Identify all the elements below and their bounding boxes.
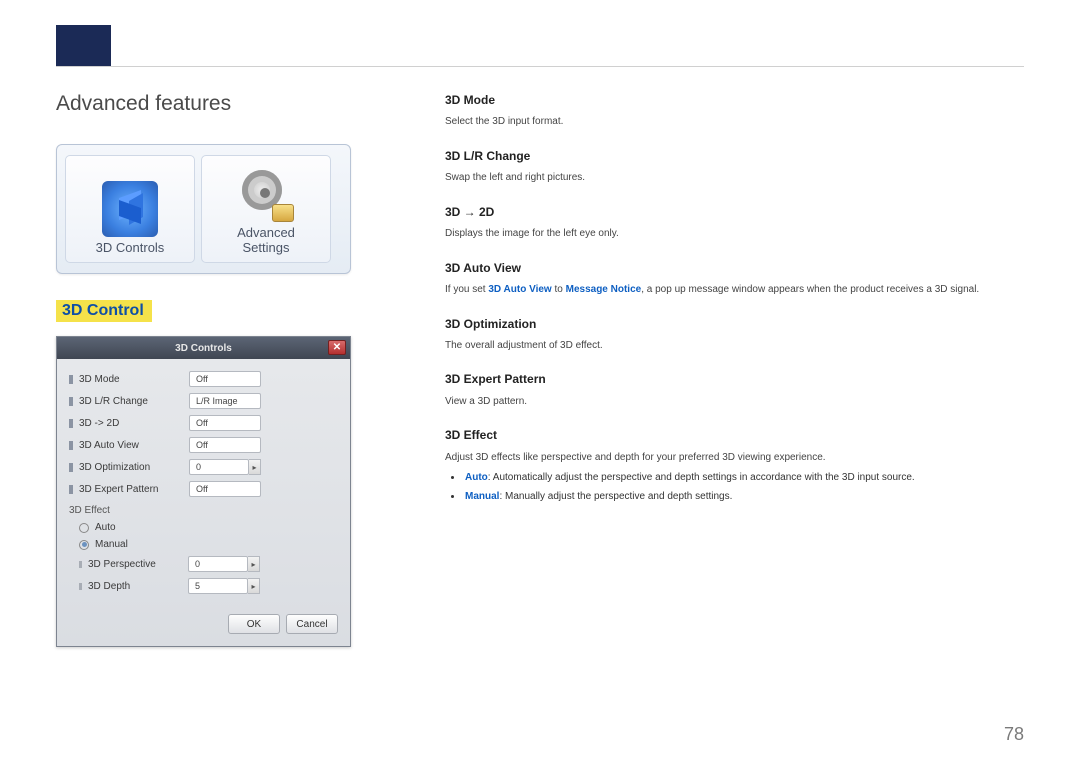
field-lr-change[interactable]: L/R Image	[189, 393, 261, 409]
row-label-perspective: 3D Perspective	[88, 559, 188, 570]
bullet-icon	[79, 583, 82, 590]
section-title: 3D Control	[56, 300, 152, 322]
row-label-auto-view: 3D Auto View	[79, 440, 189, 451]
header-rule	[56, 66, 1024, 67]
field-perspective[interactable]: 0	[188, 556, 248, 572]
tiles-panel: 3D Controls Advanced Settings	[56, 144, 351, 274]
bullet-icon	[79, 561, 82, 568]
desc-3d-effect: Adjust 3D effects like perspective and d…	[445, 451, 1024, 466]
header-accent	[56, 25, 111, 67]
heading-3d-effect: 3D Effect	[445, 427, 1024, 444]
bullet-icon	[69, 441, 73, 450]
heading-3d-to-2d: 3D → 2D	[445, 204, 1024, 221]
desc-3d-to-2d: Displays the image for the left eye only…	[445, 227, 1024, 242]
radio-icon	[79, 540, 89, 550]
field-depth[interactable]: 5	[188, 578, 248, 594]
cancel-button[interactable]: Cancel	[286, 614, 338, 634]
radio-manual[interactable]: Manual	[79, 539, 338, 550]
field-3d-to-2d[interactable]: Off	[189, 415, 261, 431]
desc-optimization: The overall adjustment of 3D effect.	[445, 339, 1024, 354]
list-item-manual: Manual: Manually adjust the perspective …	[463, 490, 1024, 505]
tile-3d-controls[interactable]: 3D Controls	[65, 155, 195, 263]
bullet-icon	[69, 463, 73, 472]
close-button[interactable]: ✕	[328, 340, 346, 355]
radio-auto[interactable]: Auto	[79, 522, 338, 533]
subheading-3d-effect: 3D Effect	[69, 505, 338, 516]
bullet-icon	[69, 485, 73, 494]
bullet-icon	[69, 375, 73, 384]
ok-button[interactable]: OK	[228, 614, 280, 634]
dialog-titlebar: 3D Controls ✕	[57, 337, 350, 359]
heading-auto-view: 3D Auto View	[445, 260, 1024, 277]
desc-auto-view: If you set 3D Auto View to Message Notic…	[445, 283, 1024, 298]
row-label-lr-change: 3D L/R Change	[79, 396, 189, 407]
field-auto-view[interactable]: Off	[189, 437, 261, 453]
radio-auto-label: Auto	[95, 522, 116, 533]
row-label-optimization: 3D Optimization	[79, 462, 189, 473]
field-expert-pattern[interactable]: Off	[189, 481, 261, 497]
heading-3d-mode: 3D Mode	[445, 92, 1024, 109]
page-number: 78	[1004, 724, 1024, 745]
tile-advanced-settings[interactable]: Advanced Settings	[201, 155, 331, 263]
bullet-icon	[69, 397, 73, 406]
desc-expert-pattern: View a 3D pattern.	[445, 395, 1024, 410]
row-label-3d-mode: 3D Mode	[79, 374, 189, 385]
bullet-icon	[69, 419, 73, 428]
row-label-expert-pattern: 3D Expert Pattern	[79, 484, 189, 495]
desc-3d-mode: Select the 3D input format.	[445, 115, 1024, 130]
heading-optimization: 3D Optimization	[445, 316, 1024, 333]
list-item-auto: Auto: Automatically adjust the perspecti…	[463, 471, 1024, 486]
stepper-icon[interactable]: ▸	[249, 459, 261, 475]
dialog-title: 3D Controls	[175, 343, 232, 354]
stepper-icon[interactable]: ▸	[248, 578, 260, 594]
desc-lr-change: Swap the left and right pictures.	[445, 171, 1024, 186]
field-3d-mode[interactable]: Off	[189, 371, 261, 387]
row-label-3d-to-2d: 3D -> 2D	[79, 418, 189, 429]
gear-icon	[238, 166, 294, 222]
field-optimization[interactable]: 0	[189, 459, 249, 475]
page-title: Advanced features	[56, 92, 351, 116]
radio-icon	[79, 523, 89, 533]
radio-manual-label: Manual	[95, 539, 128, 550]
heading-expert-pattern: 3D Expert Pattern	[445, 371, 1024, 388]
heading-lr-change: 3D L/R Change	[445, 148, 1024, 165]
close-icon: ✕	[333, 342, 341, 353]
dialog-3d-controls: 3D Controls ✕ 3D Mode Off 3D L/R Change …	[56, 336, 351, 647]
cube-icon	[102, 181, 158, 237]
tile-advanced-settings-label: Advanced Settings	[237, 226, 295, 256]
row-label-depth: 3D Depth	[88, 581, 188, 592]
stepper-icon[interactable]: ▸	[248, 556, 260, 572]
tile-3d-controls-label: 3D Controls	[96, 241, 165, 256]
